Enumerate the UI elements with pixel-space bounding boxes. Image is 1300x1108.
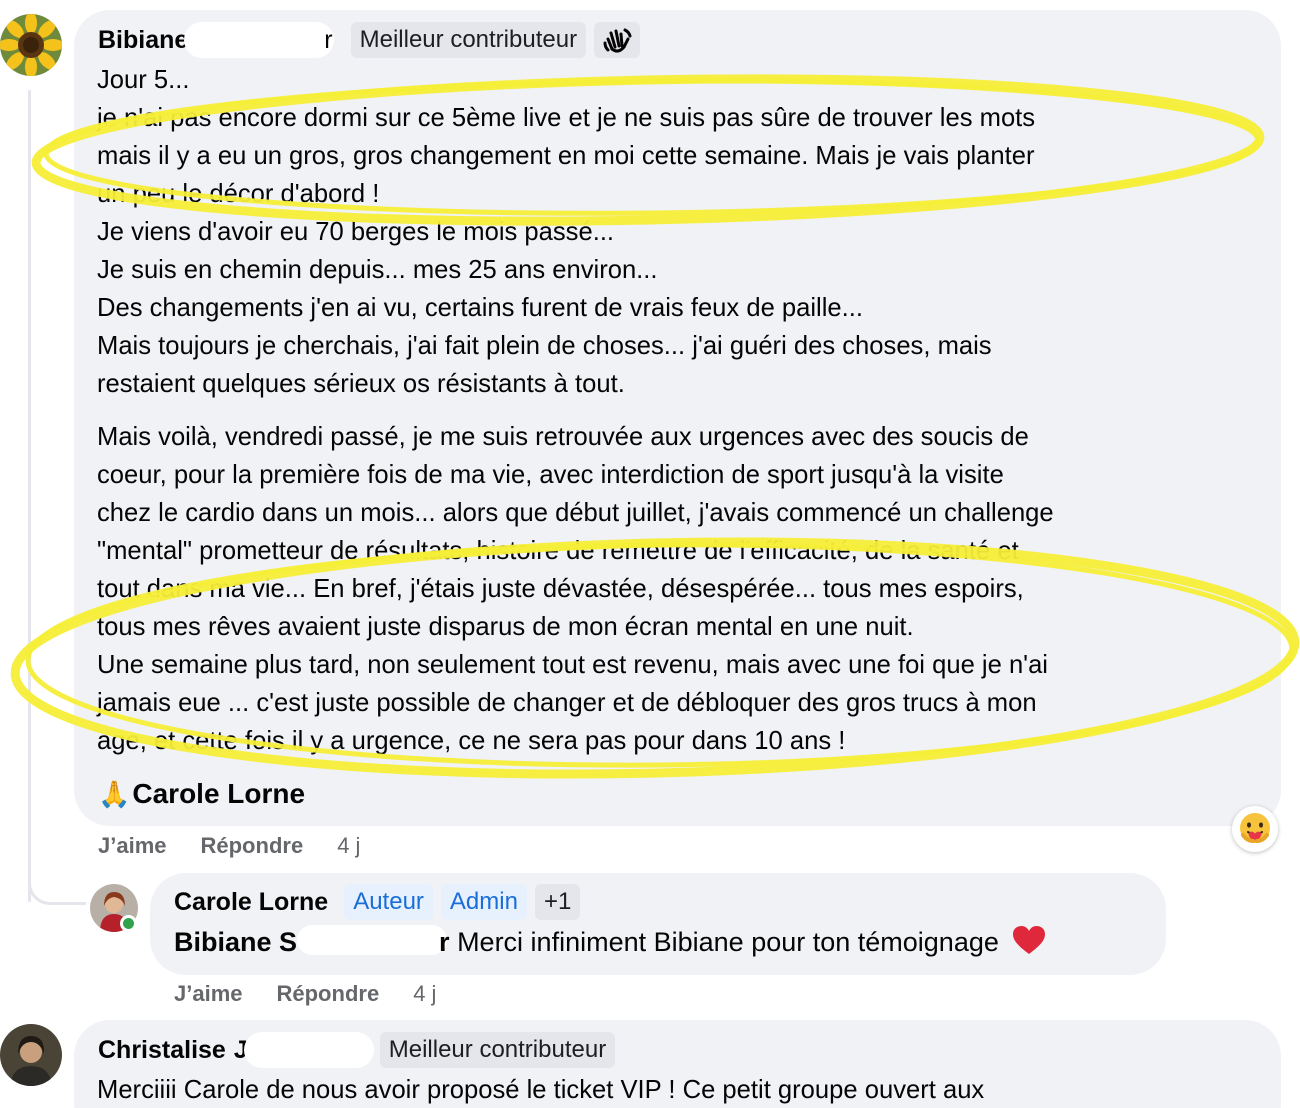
red-heart-icon — [1013, 926, 1046, 954]
thread-line-curve — [28, 860, 86, 905]
redacted-surname — [243, 1032, 374, 1068]
mention-suffix[interactable]: r — [439, 927, 450, 957]
reaction-summary[interactable] — [1232, 806, 1278, 852]
comment-body: Merciiii Carole de nous avoir proposé le… — [97, 1071, 1257, 1108]
care-reaction-icon — [1240, 813, 1270, 843]
comment-line: Jour 5... — [97, 66, 190, 94]
comment-line: tout dans ma vie... En bref, j'étais jus… — [97, 575, 1024, 603]
waving-hand-icon — [603, 28, 632, 53]
reply-body: Bibiane S r Merci infiniment Bibiane pour… — [174, 923, 1046, 961]
comment-header: Christalise J Meilleur contributeur — [98, 1032, 616, 1068]
comment-line: un peu le décor d'abord ! — [97, 180, 380, 208]
reply-text: Merci infiniment Bibiane pour ton témoig… — [457, 927, 999, 957]
admin-badge[interactable]: Admin — [440, 884, 527, 920]
comment-line: je n'ai pas encore dormi sur ce 5ème liv… — [97, 104, 1036, 132]
reply-actions: J’aime Répondre 4 j — [174, 981, 470, 1007]
mention-link[interactable]: Bibiane S — [174, 927, 297, 957]
signoff-name: Carole Lorne — [132, 778, 306, 809]
reply-button[interactable]: Répondre — [277, 981, 380, 1007]
comment-line: Une semaine plus tard, non seulement tou… — [97, 651, 1048, 679]
signoff: 🙏 Carole Lorne — [98, 776, 305, 812]
comment-line: Je suis en chemin depuis... mes 25 ans e… — [97, 256, 658, 284]
comment-body: Jour 5... je n'ai pas encore dormi sur c… — [97, 61, 1257, 760]
sunflower-avatar-image — [0, 14, 62, 76]
comment-line: Des changements j'en ai vu, certains fur… — [97, 294, 864, 322]
author-name[interactable]: Christalise — [98, 1036, 226, 1065]
comment-line: "mental" prometteur de résultats, histoi… — [97, 537, 1019, 565]
comment-actions: J’aime Répondre 4 j — [98, 833, 394, 859]
comment-line: mais il y a eu un gros, gros changement … — [97, 142, 1035, 170]
comment-line: Mais toujours je cherchais, j'ai fait pl… — [97, 332, 992, 360]
author-name[interactable]: Bibiane — [98, 26, 188, 55]
comment-line: Merciiii Carole de nous avoir proposé le… — [97, 1076, 985, 1104]
redacted-surname — [297, 925, 448, 955]
avatar-christalise[interactable] — [0, 1024, 62, 1086]
comment-header: Bibiane r Meilleur contributeur — [98, 22, 641, 58]
reply-button[interactable]: Répondre — [201, 833, 304, 859]
comment-line: coeur, pour la première fois de ma vie, … — [97, 461, 1004, 489]
author-badge[interactable]: Auteur — [344, 884, 433, 920]
top-contributor-badge[interactable]: Meilleur contributeur — [379, 1032, 616, 1068]
reply-header: Carole Lorne Auteur Admin +1 — [174, 884, 581, 920]
top-contributor-badge[interactable]: Meilleur contributeur — [350, 22, 587, 58]
comment-line: Mais voilà, vendredi passé, je me suis r… — [97, 423, 1029, 451]
like-button[interactable]: J’aime — [174, 981, 243, 1007]
comment-line: age, et cette fois il y a urgence, ce ne… — [97, 727, 846, 755]
online-status-dot — [120, 915, 137, 932]
more-badges[interactable]: +1 — [534, 884, 581, 920]
timestamp[interactable]: 4 j — [413, 981, 436, 1007]
comment-line: restaient quelques sérieux os résistants… — [97, 370, 625, 398]
author-name[interactable]: Carole Lorne — [174, 888, 328, 917]
praying-hands-icon: 🙏 — [98, 779, 131, 809]
avatar-bibiane[interactable] — [0, 14, 62, 76]
comment-line: Je viens d'avoir eu 70 berges le mois pa… — [97, 218, 615, 246]
comment-line: jamais eue ... c'est juste possible de c… — [97, 689, 1037, 717]
comment-line: chez le cardio dans un mois... alors que… — [97, 499, 1054, 527]
badge-icon[interactable] — [594, 22, 641, 58]
comment-line: tous mes rêves avaient juste disparus de… — [97, 613, 914, 641]
christalise-avatar-image — [0, 1024, 62, 1086]
like-button[interactable]: J’aime — [98, 833, 167, 859]
timestamp[interactable]: 4 j — [337, 833, 360, 859]
thread-line — [28, 90, 31, 902]
author-name-suffix: r — [324, 25, 333, 54]
redacted-surname — [184, 22, 335, 58]
